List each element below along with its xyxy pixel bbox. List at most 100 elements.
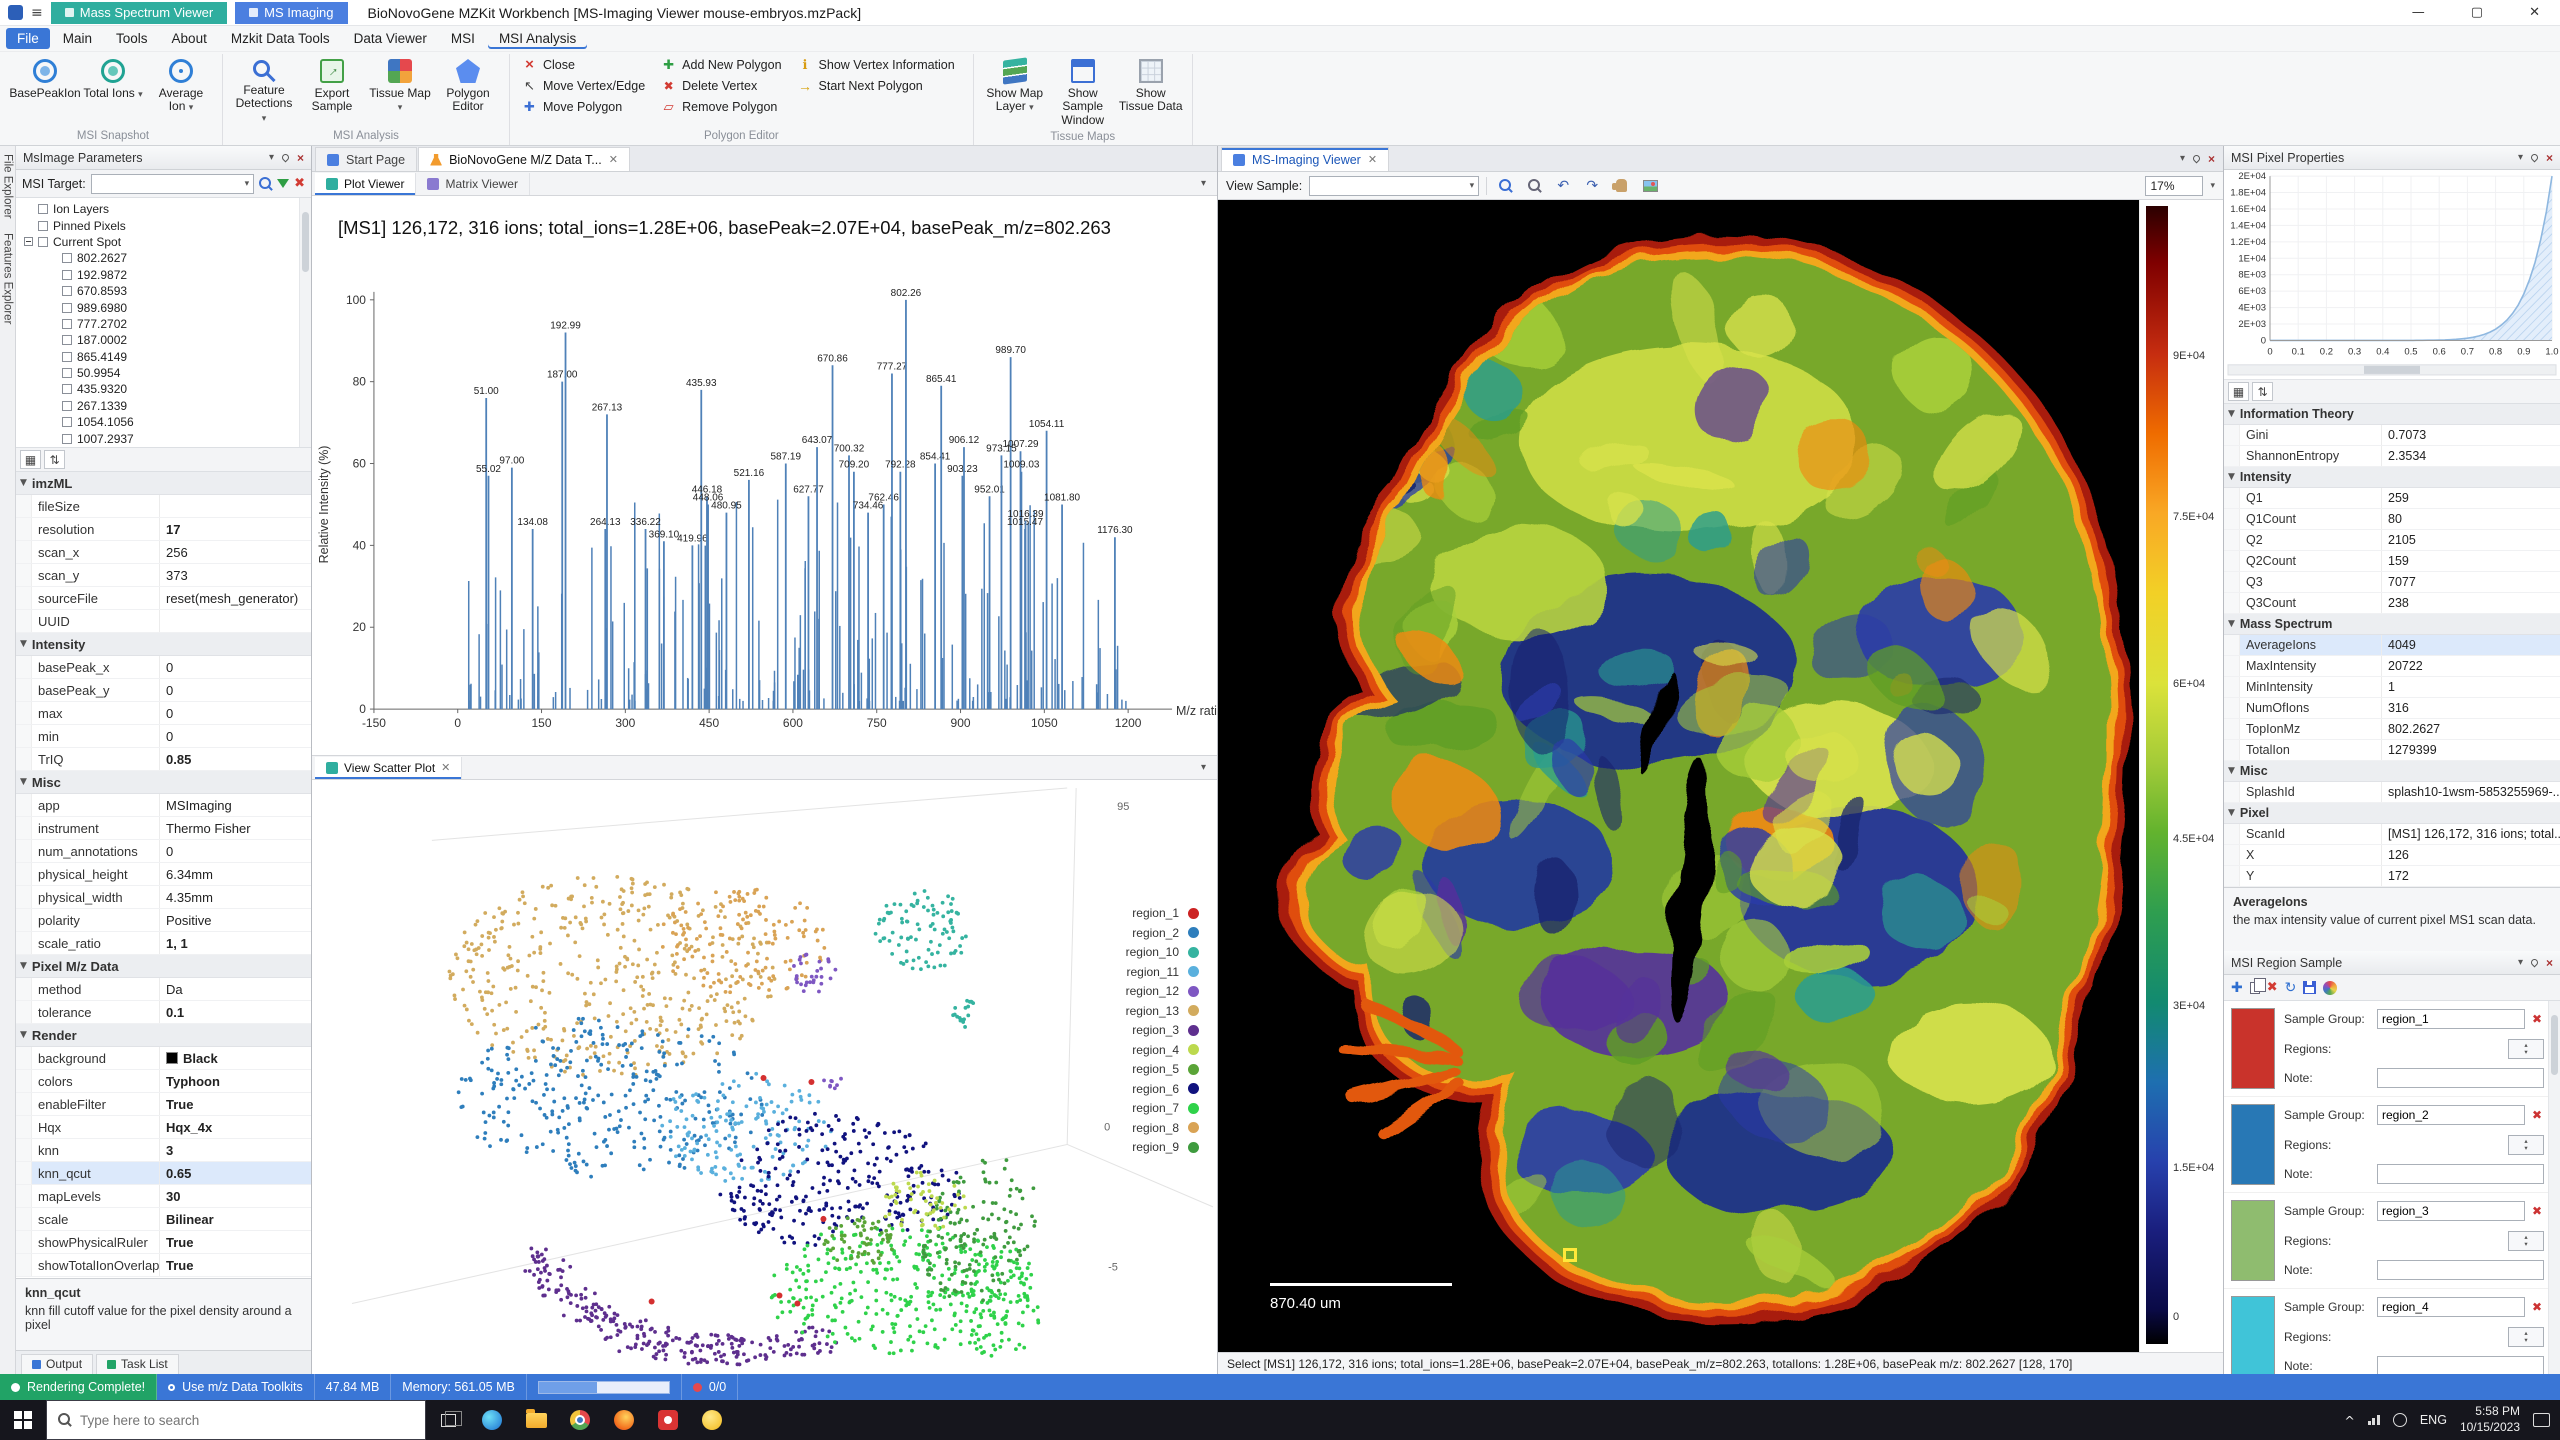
- taskbar-app-chrome[interactable]: [558, 1400, 602, 1440]
- property-category-information-theory[interactable]: ▼Information Theory: [2224, 404, 2560, 425]
- note-input[interactable]: [2377, 1068, 2544, 1088]
- mass-spectrum-plot[interactable]: [MS1] 126,172, 316 ions; total_ions=1.28…: [312, 196, 1217, 756]
- property-row-q2count[interactable]: Q2Count159: [2224, 551, 2560, 572]
- property-row-maxintensity[interactable]: MaxIntensity20722: [2224, 656, 2560, 677]
- property-row-q1count[interactable]: Q1Count80: [2224, 509, 2560, 530]
- property-row-max[interactable]: max0: [16, 702, 311, 725]
- matrix-viewer-tab[interactable]: Matrix Viewer: [416, 173, 529, 195]
- checkbox[interactable]: [62, 303, 72, 313]
- taskbar-app-firefox[interactable]: [602, 1400, 646, 1440]
- maximize-button[interactable]: ▢: [2471, 5, 2483, 20]
- menu-item-mzkit-data-tools[interactable]: Mzkit Data Tools: [220, 28, 341, 49]
- network-icon[interactable]: [2368, 1415, 2380, 1425]
- collapse-icon[interactable]: [24, 237, 33, 246]
- redo-icon[interactable]: ↷: [1581, 175, 1603, 197]
- property-row-instrument[interactable]: instrumentThermo Fisher: [16, 817, 311, 840]
- property-category-pixel-m-z-data[interactable]: ▼Pixel M/z Data: [16, 955, 311, 978]
- property-row-scan-x[interactable]: scan_x256: [16, 541, 311, 564]
- property-row-showtotalionoverlap[interactable]: showTotalIonOverlapTrue: [16, 1254, 311, 1277]
- data-document-tab[interactable]: BioNovoGene M/Z Data T... ✕: [418, 147, 630, 171]
- search-icon[interactable]: [259, 177, 272, 191]
- regions-spinner[interactable]: ▴▾: [2508, 1327, 2544, 1347]
- property-row-shannonentropy[interactable]: ShannonEntropy2.3534: [2224, 446, 2560, 467]
- pin-icon[interactable]: [2192, 154, 2202, 164]
- ribbon-button-show-sample-window[interactable]: Show Sample Window: [1050, 56, 1116, 130]
- refresh-regions-button[interactable]: ↻: [2285, 980, 2297, 996]
- ribbon-button-show-map-layer[interactable]: Show Map Layer ▾: [982, 56, 1048, 117]
- ribbon-button-move-polygon[interactable]: Move Polygon: [518, 98, 649, 115]
- chevron-down-icon[interactable]: ▾: [1201, 762, 1214, 773]
- legend-item-region-4[interactable]: region_4: [1126, 1043, 1199, 1057]
- pin-icon[interactable]: [2530, 958, 2540, 968]
- property-row-q3count[interactable]: Q3Count238: [2224, 593, 2560, 614]
- property-row-app[interactable]: appMSImaging: [16, 794, 311, 817]
- categorized-view-button[interactable]: ▦: [2228, 382, 2249, 401]
- property-row-colors[interactable]: colorsTyphoon: [16, 1070, 311, 1093]
- checkbox[interactable]: [62, 270, 72, 280]
- menu-item-msi-analysis[interactable]: MSI Analysis: [488, 28, 587, 49]
- ribbon-button-delete-vertex[interactable]: Delete Vertex: [657, 77, 785, 94]
- checkbox[interactable]: [38, 221, 48, 231]
- save-regions-button[interactable]: [2303, 981, 2316, 994]
- pin-icon[interactable]: [281, 153, 291, 163]
- tree-item-865-4149[interactable]: 865.4149: [16, 349, 311, 365]
- ribbon-button-start-next-polygon[interactable]: Start Next Polygon: [794, 77, 959, 94]
- ribbon-button-add-new-polygon[interactable]: Add New Polygon: [657, 56, 785, 73]
- tree-item-1054-1056[interactable]: 1054.1056: [16, 414, 311, 430]
- checkbox[interactable]: [62, 286, 72, 296]
- region-color-swatch[interactable]: [2231, 1200, 2275, 1281]
- ribbon-button-tissue-map[interactable]: Tissue Map ▾: [367, 56, 433, 117]
- notification-center-icon[interactable]: [2533, 1413, 2550, 1427]
- copy-region-button[interactable]: [2250, 982, 2260, 994]
- close-icon[interactable]: ×: [2546, 956, 2553, 970]
- checkbox[interactable]: [38, 204, 48, 214]
- property-row-resolution[interactable]: resolution17: [16, 518, 311, 541]
- ribbon-button-polygon-editor[interactable]: Polygon Editor: [435, 56, 501, 117]
- taskbar-search[interactable]: [46, 1400, 426, 1440]
- tree-item-267-1339[interactable]: 267.1339: [16, 398, 311, 414]
- region-color-swatch[interactable]: [2231, 1104, 2275, 1185]
- tree-item-50-9954[interactable]: 50.9954: [16, 365, 311, 381]
- checkbox[interactable]: [62, 319, 72, 329]
- language-indicator[interactable]: ENG: [2420, 1413, 2447, 1427]
- legend-item-region-13[interactable]: region_13: [1126, 1004, 1199, 1018]
- property-category-pixel[interactable]: ▼Pixel: [2224, 803, 2560, 824]
- region-color-swatch[interactable]: [2231, 1008, 2275, 1089]
- checkbox[interactable]: [62, 384, 72, 394]
- zoom-in-icon[interactable]: [1494, 175, 1516, 197]
- region-colors-button[interactable]: [2323, 981, 2337, 995]
- property-row-averageions[interactable]: AverageIons4049: [2224, 635, 2560, 656]
- taskbar-app-edge[interactable]: [470, 1400, 514, 1440]
- taskbar-app-file-explorer[interactable]: [514, 1400, 558, 1440]
- zoom-level-input[interactable]: [2145, 176, 2203, 196]
- search-input[interactable]: [80, 1413, 414, 1428]
- scatter-plot-tab[interactable]: View Scatter Plot ✕: [315, 757, 462, 779]
- volume-icon[interactable]: [2393, 1413, 2407, 1427]
- legend-item-region-12[interactable]: region_12: [1126, 984, 1199, 998]
- property-row-enablefilter[interactable]: enableFilterTrue: [16, 1093, 311, 1116]
- view-sample-combobox[interactable]: ▾: [1309, 176, 1479, 196]
- menu-item-file[interactable]: File: [6, 28, 50, 49]
- note-input[interactable]: [2377, 1164, 2544, 1184]
- property-row-scanid[interactable]: ScanId[MS1] 126,172, 316 ions; total...: [2224, 824, 2560, 845]
- property-row-basepeak-x[interactable]: basePeak_x0: [16, 656, 311, 679]
- property-row-physical-width[interactable]: physical_width4.35mm: [16, 886, 311, 909]
- legend-item-region-2[interactable]: region_2: [1126, 926, 1199, 940]
- property-row-showphysicalruler[interactable]: showPhysicalRulerTrue: [16, 1231, 311, 1254]
- close-icon[interactable]: ×: [2208, 152, 2215, 166]
- sample-group-input[interactable]: [2377, 1009, 2525, 1029]
- pin-icon[interactable]: [2530, 153, 2540, 163]
- property-row-scale[interactable]: scaleBilinear: [16, 1208, 311, 1231]
- msi-image-canvas[interactable]: 870.40 um: [1218, 200, 2139, 1352]
- close-tab-icon[interactable]: ✕: [1368, 153, 1377, 166]
- ribbon-button-move-vertex-edge[interactable]: Move Vertex/Edge: [518, 77, 649, 94]
- ribbon-button-remove-polygon[interactable]: Remove Polygon: [657, 98, 785, 115]
- checkbox[interactable]: [62, 335, 72, 345]
- snapshot-icon[interactable]: [1639, 175, 1661, 197]
- property-row-q3[interactable]: Q37077: [2224, 572, 2560, 593]
- msi-target-combobox[interactable]: ▾: [91, 174, 254, 194]
- region-color-swatch[interactable]: [2231, 1296, 2275, 1374]
- property-row-knn[interactable]: knn3: [16, 1139, 311, 1162]
- property-row-scan-y[interactable]: scan_y373: [16, 564, 311, 587]
- filter-icon[interactable]: [277, 179, 289, 188]
